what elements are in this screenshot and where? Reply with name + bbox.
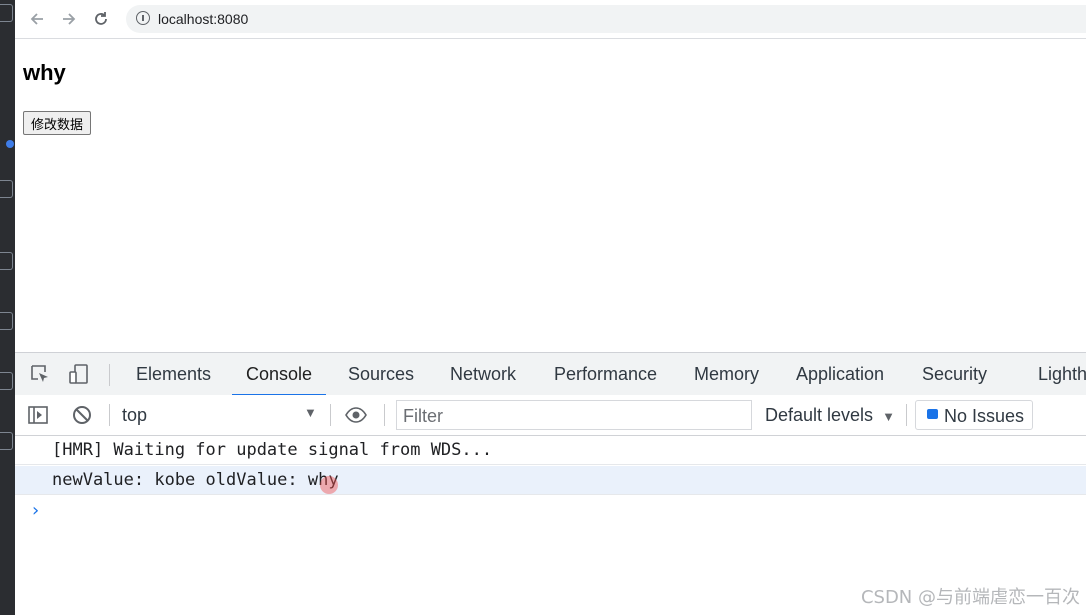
extensions-icon xyxy=(0,180,13,198)
context-selector[interactable]: top xyxy=(122,405,147,426)
tab-elements[interactable]: Elements xyxy=(136,353,211,395)
tab-security[interactable]: Security xyxy=(922,353,987,395)
reload-icon xyxy=(95,12,107,25)
modify-data-button[interactable]: 修改数据 xyxy=(23,111,92,135)
console-toolbar: top ▼ Filter Default levels ▼ No Issues xyxy=(15,395,1086,436)
forward-button[interactable] xyxy=(57,7,81,31)
tab-memory[interactable]: Memory xyxy=(694,353,759,395)
toolbar-separator xyxy=(906,404,907,426)
toolbar-separator xyxy=(384,404,385,426)
console-message: [HMR] Waiting for update signal from WDS… xyxy=(15,436,1086,465)
watermark: CSDN @与前端虐恋一百次 xyxy=(860,587,1080,608)
cursor-click-marker xyxy=(320,476,338,494)
chat-icon xyxy=(0,372,13,390)
url-text: localhost:8080 xyxy=(158,11,249,27)
tab-network[interactable]: Network xyxy=(450,353,516,395)
monitor-icon xyxy=(0,312,13,330)
inspect-element-icon[interactable] xyxy=(29,363,51,385)
site-info-icon[interactable] xyxy=(136,11,150,25)
reload-button[interactable] xyxy=(89,7,113,31)
log-levels-dropdown[interactable]: Default levels ▼ xyxy=(765,405,895,426)
show-sidebar-icon[interactable] xyxy=(27,404,49,426)
tab-lighthouse[interactable]: Lighth xyxy=(1038,353,1086,395)
devtools-tab-bar: Elements Console Sources Network Perform… xyxy=(15,353,1086,396)
devtools-panel: Elements Console Sources Network Perform… xyxy=(15,352,1086,615)
notification-dot xyxy=(6,140,14,148)
toolbar-separator xyxy=(330,404,331,426)
toolbar-separator xyxy=(109,404,110,426)
clear-console-icon[interactable] xyxy=(71,404,93,426)
editor-edge-strip xyxy=(0,0,15,615)
arrow-right-icon xyxy=(63,13,76,25)
issues-icon xyxy=(927,409,938,419)
browser-toolbar: localhost:8080 xyxy=(15,0,1086,39)
context-dropdown-icon[interactable]: ▼ xyxy=(304,405,317,420)
filter-input[interactable]: Filter xyxy=(396,400,752,430)
arrow-left-icon xyxy=(30,13,43,25)
files-icon xyxy=(0,4,13,22)
tab-application[interactable]: Application xyxy=(796,353,884,395)
tab-console[interactable]: Console xyxy=(231,353,327,396)
panel-icon xyxy=(0,252,13,270)
back-button[interactable] xyxy=(25,7,49,31)
console-prompt-icon[interactable]: › xyxy=(30,500,41,521)
tab-sources[interactable]: Sources xyxy=(348,353,414,395)
chevron-down-icon: ▼ xyxy=(882,409,895,424)
issues-label: No Issues xyxy=(944,406,1025,426)
tab-performance[interactable]: Performance xyxy=(554,353,657,395)
device-toolbar-icon[interactable] xyxy=(68,363,90,385)
toolbar-separator xyxy=(109,364,110,386)
issues-button[interactable]: No Issues xyxy=(915,400,1033,430)
filter-placeholder: Filter xyxy=(403,406,443,426)
live-expression-eye-icon[interactable] xyxy=(345,404,367,426)
address-bar[interactable]: localhost:8080 xyxy=(126,5,1086,33)
database-icon xyxy=(0,432,13,450)
log-levels-label: Default levels xyxy=(765,405,874,425)
console-message: newValue: kobe oldValue: why xyxy=(15,466,1086,495)
page-heading: why xyxy=(23,60,66,85)
